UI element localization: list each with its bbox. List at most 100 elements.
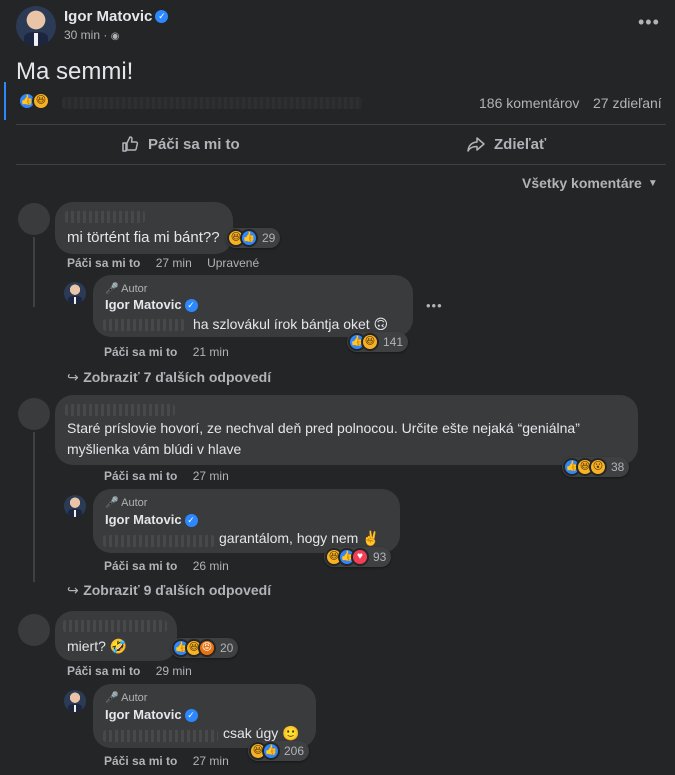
reply-author-name[interactable]: Igor Matovic ✓ (105, 512, 198, 528)
wow-reaction-icon: 😮 (589, 458, 607, 476)
post-reaction-icons[interactable]: 👍 😆 (18, 92, 50, 110)
verified-icon: ✓ (184, 514, 198, 528)
reaction-count: 93 (373, 550, 387, 564)
reaction-count: 206 (284, 744, 305, 758)
author-avatar[interactable] (64, 495, 86, 517)
comment-like-link[interactable]: Páči sa mi to (104, 469, 177, 483)
reply-author-name[interactable]: Igor Matovic ✓ (105, 707, 198, 723)
author-badge: 🎤 Autor (105, 692, 148, 704)
author-badge: 🎤 Autor (105, 283, 148, 295)
author-avatar[interactable] (64, 282, 86, 304)
reply-meta: Páči sa mi to 26 min (104, 559, 229, 573)
reply-reactions[interactable]: 👍 😆 141 (347, 332, 409, 352)
comment-meta: Páči sa mi to 29 min (67, 664, 192, 678)
comment-time[interactable]: 27 min (156, 256, 192, 270)
reaction-count: 38 (611, 460, 625, 474)
comment-reactions[interactable]: 👍 😆 😮 38 (562, 457, 630, 477)
author-badge: 🎤 Autor (105, 497, 148, 509)
thread-line (33, 237, 35, 307)
reply-like-link[interactable]: Páči sa mi to (104, 345, 177, 359)
comment-time[interactable]: 27 min (193, 469, 229, 483)
love-reaction-icon: ♥ (351, 548, 369, 566)
post-author-name[interactable]: Igor Matovic (64, 8, 152, 25)
divider (16, 124, 666, 125)
reply-time[interactable]: 27 min (193, 754, 229, 768)
comment-sort-dropdown[interactable]: Všetky komentáre ▼ (522, 175, 658, 191)
reply-text: ha szlovákul írok bántja oket 🙃 (193, 316, 389, 332)
reply-options-icon[interactable]: ••• (426, 298, 443, 313)
share-button-label: Zdieľať (494, 135, 547, 153)
commenter-avatar[interactable] (18, 203, 50, 235)
reply-bubble: 🎤 Autor Igor Matovic ✓ ha szlovákul írok … (93, 275, 413, 337)
comment-like-link[interactable]: Páči sa mi to (67, 664, 140, 678)
reply-reactions[interactable]: 😆 👍 206 (248, 741, 310, 761)
comment-reactions[interactable]: 👍 😆 😡 20 (171, 638, 239, 658)
reply-bubble: 🎤 Autor Igor Matovic ✓ garantálom, hogy n… (93, 489, 400, 553)
haha-reaction-icon: 😆 (32, 92, 50, 110)
comment-text-line1: Staré príslovie hovorí, ze nechval deň p… (67, 420, 580, 436)
like-button[interactable]: Páči sa mi to (120, 134, 240, 154)
reply-bubble: 🎤 Autor Igor Matovic ✓ csak úgy 🙂 (93, 684, 316, 748)
reply-like-link[interactable]: Páči sa mi to (104, 559, 177, 573)
more-options-icon[interactable]: ••• (638, 12, 660, 33)
globe-icon: ◉ (110, 31, 120, 42)
reply-author-name[interactable]: Igor Matovic ✓ (105, 297, 198, 313)
like-reaction-icon: 👍 (240, 229, 258, 247)
comment-text-line2: myšlienka vám blúdi v hlave (67, 441, 242, 457)
reply-meta: Páči sa mi to 27 min (104, 754, 229, 768)
commenter-avatar[interactable] (18, 614, 50, 646)
comment-like-link[interactable]: Páči sa mi to (67, 256, 140, 270)
verified-icon: ✓ (184, 709, 198, 723)
reaction-count: 141 (383, 335, 404, 349)
post-author[interactable]: Igor Matovic ✓ (64, 8, 169, 26)
comment-reactions[interactable]: 😆 👍 29 (226, 228, 281, 248)
post-meta: 30 min · ◉ (64, 28, 120, 42)
divider (16, 164, 666, 165)
comment-time[interactable]: 29 min (156, 664, 192, 678)
comment-sort-label: Všetky komentáre (522, 175, 642, 191)
angry-reaction-icon: 😡 (198, 639, 216, 657)
shares-count[interactable]: 27 zdieľaní (593, 95, 662, 111)
mention-blurred[interactable] (103, 319, 185, 331)
author-avatar[interactable] (16, 6, 56, 46)
reply-time[interactable]: 26 min (193, 559, 229, 573)
reaction-count: 20 (220, 641, 234, 655)
comment-meta: Páči sa mi to 27 min Upravené (67, 256, 259, 270)
edited-label[interactable]: Upravené (207, 256, 259, 270)
commenter-name-blurred[interactable] (63, 620, 167, 632)
view-more-replies-2[interactable]: ↪ Zobraziť 9 ďalších odpovedí (67, 582, 271, 600)
commenter-avatar[interactable] (18, 398, 50, 430)
thumbs-up-icon (122, 136, 139, 152)
reply-text: garantálom, hogy nem ✌️ (219, 530, 380, 546)
view-more-replies-1[interactable]: ↪ Zobraziť 7 ďalších odpovedí (67, 369, 271, 387)
commenter-name-blurred[interactable] (65, 211, 145, 223)
share-button[interactable]: Zdieľať (466, 134, 546, 154)
reply-time[interactable]: 21 min (193, 345, 229, 359)
mention-blurred[interactable] (103, 730, 218, 742)
comment-bubble: miert? 🤣 (55, 611, 177, 661)
comment-meta: Páči sa mi to 27 min (104, 469, 229, 483)
blurred-names (62, 97, 362, 109)
verified-icon: ✓ (184, 299, 198, 313)
like-reaction-icon: 👍 (262, 742, 280, 760)
reply-arrow-icon: ↪ (67, 369, 79, 385)
reply-like-link[interactable]: Páči sa mi to (104, 754, 177, 768)
reaction-count: 29 (262, 231, 276, 245)
reply-reactions[interactable]: 😆 👍 ♥ 93 (324, 547, 392, 567)
post-time[interactable]: 30 min (64, 28, 100, 42)
haha-reaction-icon: 😆 (361, 333, 379, 351)
reply-text: csak úgy 🙂 (223, 725, 300, 741)
author-avatar[interactable] (64, 690, 86, 712)
comments-count[interactable]: 186 komentárov (479, 95, 579, 111)
like-button-label: Páči sa mi to (148, 135, 240, 153)
chevron-down-icon: ▼ (647, 177, 658, 189)
commenter-name-blurred[interactable] (65, 404, 175, 416)
comment-text: miert? 🤣 (67, 638, 128, 654)
reply-arrow-icon: ↪ (67, 582, 79, 598)
post-text: Ma semmi! (16, 58, 134, 85)
comment-text: mi történt fia mi bánt?? (67, 229, 220, 246)
thread-line (33, 432, 35, 582)
mention-blurred[interactable] (103, 535, 215, 547)
focus-indicator (4, 82, 6, 120)
share-icon (467, 137, 485, 152)
